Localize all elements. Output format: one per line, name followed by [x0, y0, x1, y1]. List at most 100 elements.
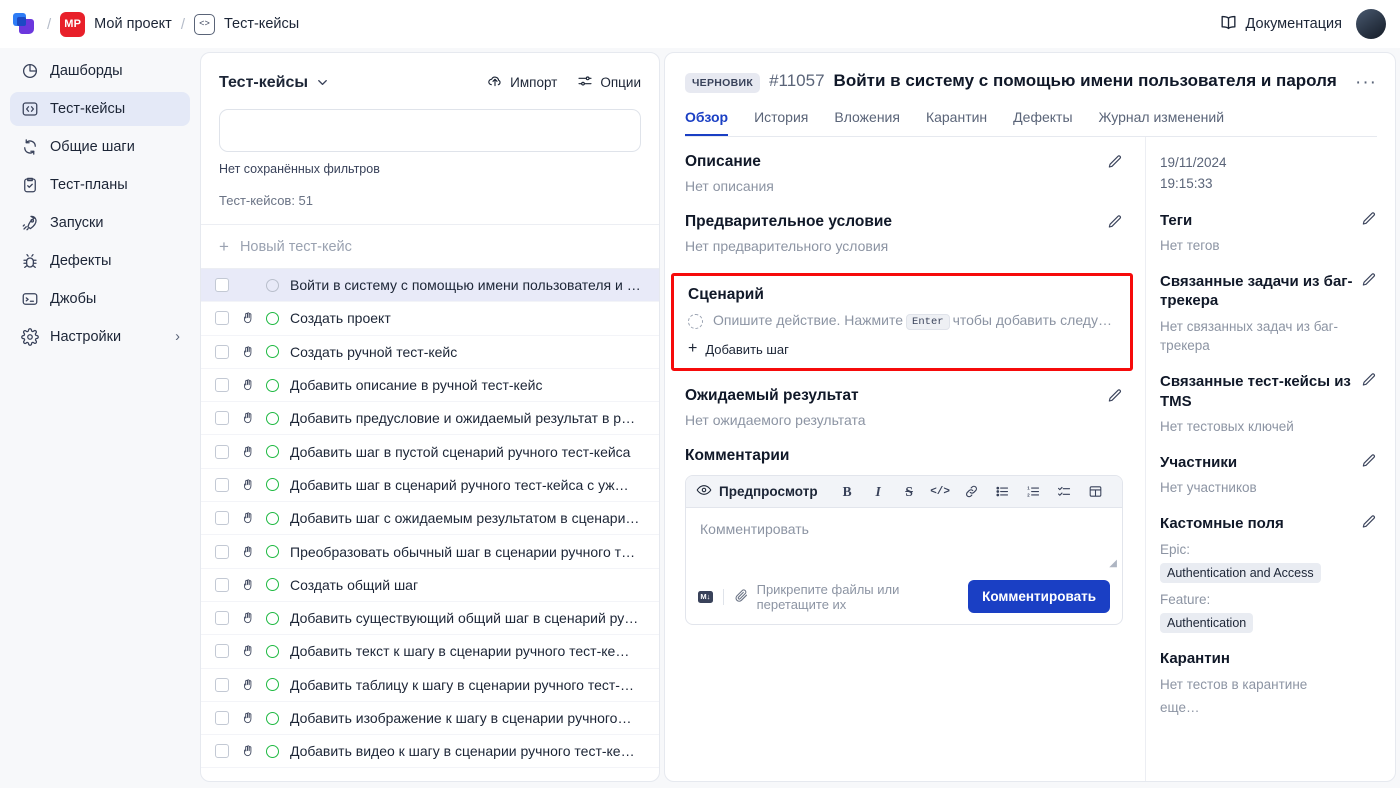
link-icon[interactable]: [956, 480, 987, 504]
row-checkbox[interactable]: [215, 744, 229, 758]
sidebar-item-dashboards[interactable]: Дашборды: [10, 54, 190, 88]
project-badge[interactable]: MP: [60, 12, 85, 37]
table-row[interactable]: Добавить изображение к шагу в сценарии р…: [201, 702, 659, 735]
pencil-icon[interactable]: [1361, 272, 1377, 288]
drag-handle-icon[interactable]: [240, 545, 255, 559]
row-checkbox[interactable]: [215, 511, 229, 525]
numbered-list-icon[interactable]: 12: [1018, 480, 1049, 504]
attach-files-button[interactable]: Прикрепите файлы или перетащите их: [734, 582, 959, 612]
sidebar-item-test-cases[interactable]: Тест-кейсы: [10, 92, 190, 126]
user-avatar[interactable]: [1356, 9, 1386, 39]
documentation-link[interactable]: Документация: [1219, 13, 1342, 36]
import-button[interactable]: Импорт: [487, 73, 557, 92]
tab-attachments[interactable]: Вложения: [834, 109, 900, 136]
drag-handle-icon[interactable]: [240, 711, 255, 725]
row-checkbox[interactable]: [215, 578, 229, 592]
table-row[interactable]: Добавить предусловие и ожидаемый результ…: [201, 402, 659, 435]
sidebar-item-test-plans[interactable]: Тест-планы: [10, 168, 190, 202]
pencil-icon[interactable]: [1107, 388, 1123, 404]
row-checkbox[interactable]: [215, 478, 229, 492]
ellipsis-icon[interactable]: ···: [1355, 71, 1377, 92]
markdown-icon[interactable]: M↓: [698, 591, 713, 603]
preview-toggle[interactable]: Предпросмотр: [696, 482, 818, 501]
sidebar-item-jobs[interactable]: Джобы: [10, 282, 190, 316]
table-row[interactable]: Преобразовать обычный шаг в сценарии руч…: [201, 535, 659, 568]
table-row[interactable]: Добавить видео к шагу в сценарии ручного…: [201, 735, 659, 768]
table-row[interactable]: Войти в систему с помощью имени пользова…: [201, 269, 659, 302]
drag-handle-icon[interactable]: [240, 445, 255, 459]
table-row[interactable]: Добавить таблицу к шагу в сценарии ручно…: [201, 669, 659, 702]
drag-handle-icon[interactable]: [240, 611, 255, 625]
row-checkbox[interactable]: [215, 345, 229, 359]
table-row[interactable]: Создать проект: [201, 302, 659, 335]
table-row[interactable]: Добавить шаг в пустой сценарий ручного т…: [201, 435, 659, 468]
drag-handle-icon[interactable]: [240, 311, 255, 325]
status-circle-icon: [266, 678, 279, 691]
pencil-icon[interactable]: [1361, 453, 1377, 469]
tab-changelog[interactable]: Журнал изменений: [1099, 109, 1225, 136]
drag-handle-icon[interactable]: [240, 511, 255, 525]
bullet-list-icon[interactable]: [987, 480, 1018, 504]
sidebar-item-shared-steps[interactable]: Общие шаги: [10, 130, 190, 164]
row-checkbox[interactable]: [215, 411, 229, 425]
tab-overview[interactable]: Обзор: [685, 109, 728, 136]
submit-comment-button[interactable]: Комментировать: [968, 580, 1110, 613]
sidebar-item-defects[interactable]: Дефекты: [10, 244, 190, 278]
strikethrough-icon[interactable]: S: [894, 480, 925, 504]
pencil-icon[interactable]: [1361, 372, 1377, 388]
table-row[interactable]: Добавить шаг в сценарий ручного тест-кей…: [201, 469, 659, 502]
breadcrumb-section[interactable]: Тест-кейсы: [224, 16, 299, 32]
drag-handle-icon[interactable]: [240, 644, 255, 658]
row-checkbox[interactable]: [215, 445, 229, 459]
test-case-count: Тест-кейсов: 51: [219, 193, 641, 208]
comment-textarea[interactable]: Комментировать ◢: [686, 508, 1122, 572]
drag-handle-icon[interactable]: [240, 744, 255, 758]
sidebar-item-runs[interactable]: Запуски: [10, 206, 190, 240]
italic-icon[interactable]: I: [863, 480, 894, 504]
pencil-icon[interactable]: [1361, 211, 1377, 227]
row-checkbox[interactable]: [215, 378, 229, 392]
table-row[interactable]: Создать общий шаг: [201, 569, 659, 602]
linked-test-cases-section: Связанные тест-кейсы из TMS Нет тестовых…: [1160, 372, 1377, 437]
row-checkbox[interactable]: [215, 611, 229, 625]
sidebar-item-settings[interactable]: Настройки ›: [10, 320, 190, 354]
drag-handle-icon[interactable]: [240, 345, 255, 359]
row-checkbox[interactable]: [215, 545, 229, 559]
filter-input[interactable]: [219, 109, 641, 152]
table-icon[interactable]: [1080, 480, 1111, 504]
code-icon[interactable]: </>: [925, 480, 956, 504]
row-checkbox[interactable]: [215, 311, 229, 325]
tab-defects[interactable]: Дефекты: [1013, 109, 1072, 136]
drag-handle-icon[interactable]: [240, 578, 255, 592]
row-checkbox[interactable]: [215, 711, 229, 725]
options-button[interactable]: Опции: [577, 73, 641, 92]
drag-handle-icon[interactable]: [240, 411, 255, 425]
breadcrumb-project[interactable]: Мой проект: [94, 16, 172, 32]
bold-icon[interactable]: B: [832, 480, 863, 504]
row-checkbox[interactable]: [215, 644, 229, 658]
drag-handle-icon[interactable]: [240, 678, 255, 692]
table-row[interactable]: Добавить шаг с ожидаемым результатом в с…: [201, 502, 659, 535]
resize-handle-icon[interactable]: ◢: [1109, 558, 1117, 569]
new-test-case-button[interactable]: + Новый тест-кейс: [201, 225, 659, 269]
chevron-down-icon[interactable]: [315, 75, 330, 90]
drag-handle-icon[interactable]: [240, 478, 255, 492]
scenario-step-placeholder-row[interactable]: Опишите действие. НажмитеEnterчтобы доба…: [688, 312, 1118, 330]
pencil-icon[interactable]: [1107, 154, 1123, 170]
table-row[interactable]: Добавить текст к шагу в сценарии ручного…: [201, 635, 659, 668]
add-step-button[interactable]: + Добавить шаг: [688, 341, 1118, 357]
row-checkbox[interactable]: [215, 278, 229, 292]
checklist-icon[interactable]: [1049, 480, 1080, 504]
tab-history[interactable]: История: [754, 109, 808, 136]
tags-title: Теги: [1160, 211, 1361, 231]
tab-quarantine[interactable]: Карантин: [926, 109, 987, 136]
table-row[interactable]: Создать ручной тест-кейс: [201, 336, 659, 369]
app-logo-icon[interactable]: [12, 11, 38, 37]
test-case-list[interactable]: Войти в систему с помощью имени пользова…: [201, 269, 659, 781]
row-checkbox[interactable]: [215, 678, 229, 692]
pencil-icon[interactable]: [1361, 514, 1377, 530]
table-row[interactable]: Добавить описание в ручной тест-кейс: [201, 369, 659, 402]
table-row[interactable]: Добавить существующий общий шаг в сценар…: [201, 602, 659, 635]
drag-handle-icon[interactable]: [240, 378, 255, 392]
pencil-icon[interactable]: [1107, 214, 1123, 230]
